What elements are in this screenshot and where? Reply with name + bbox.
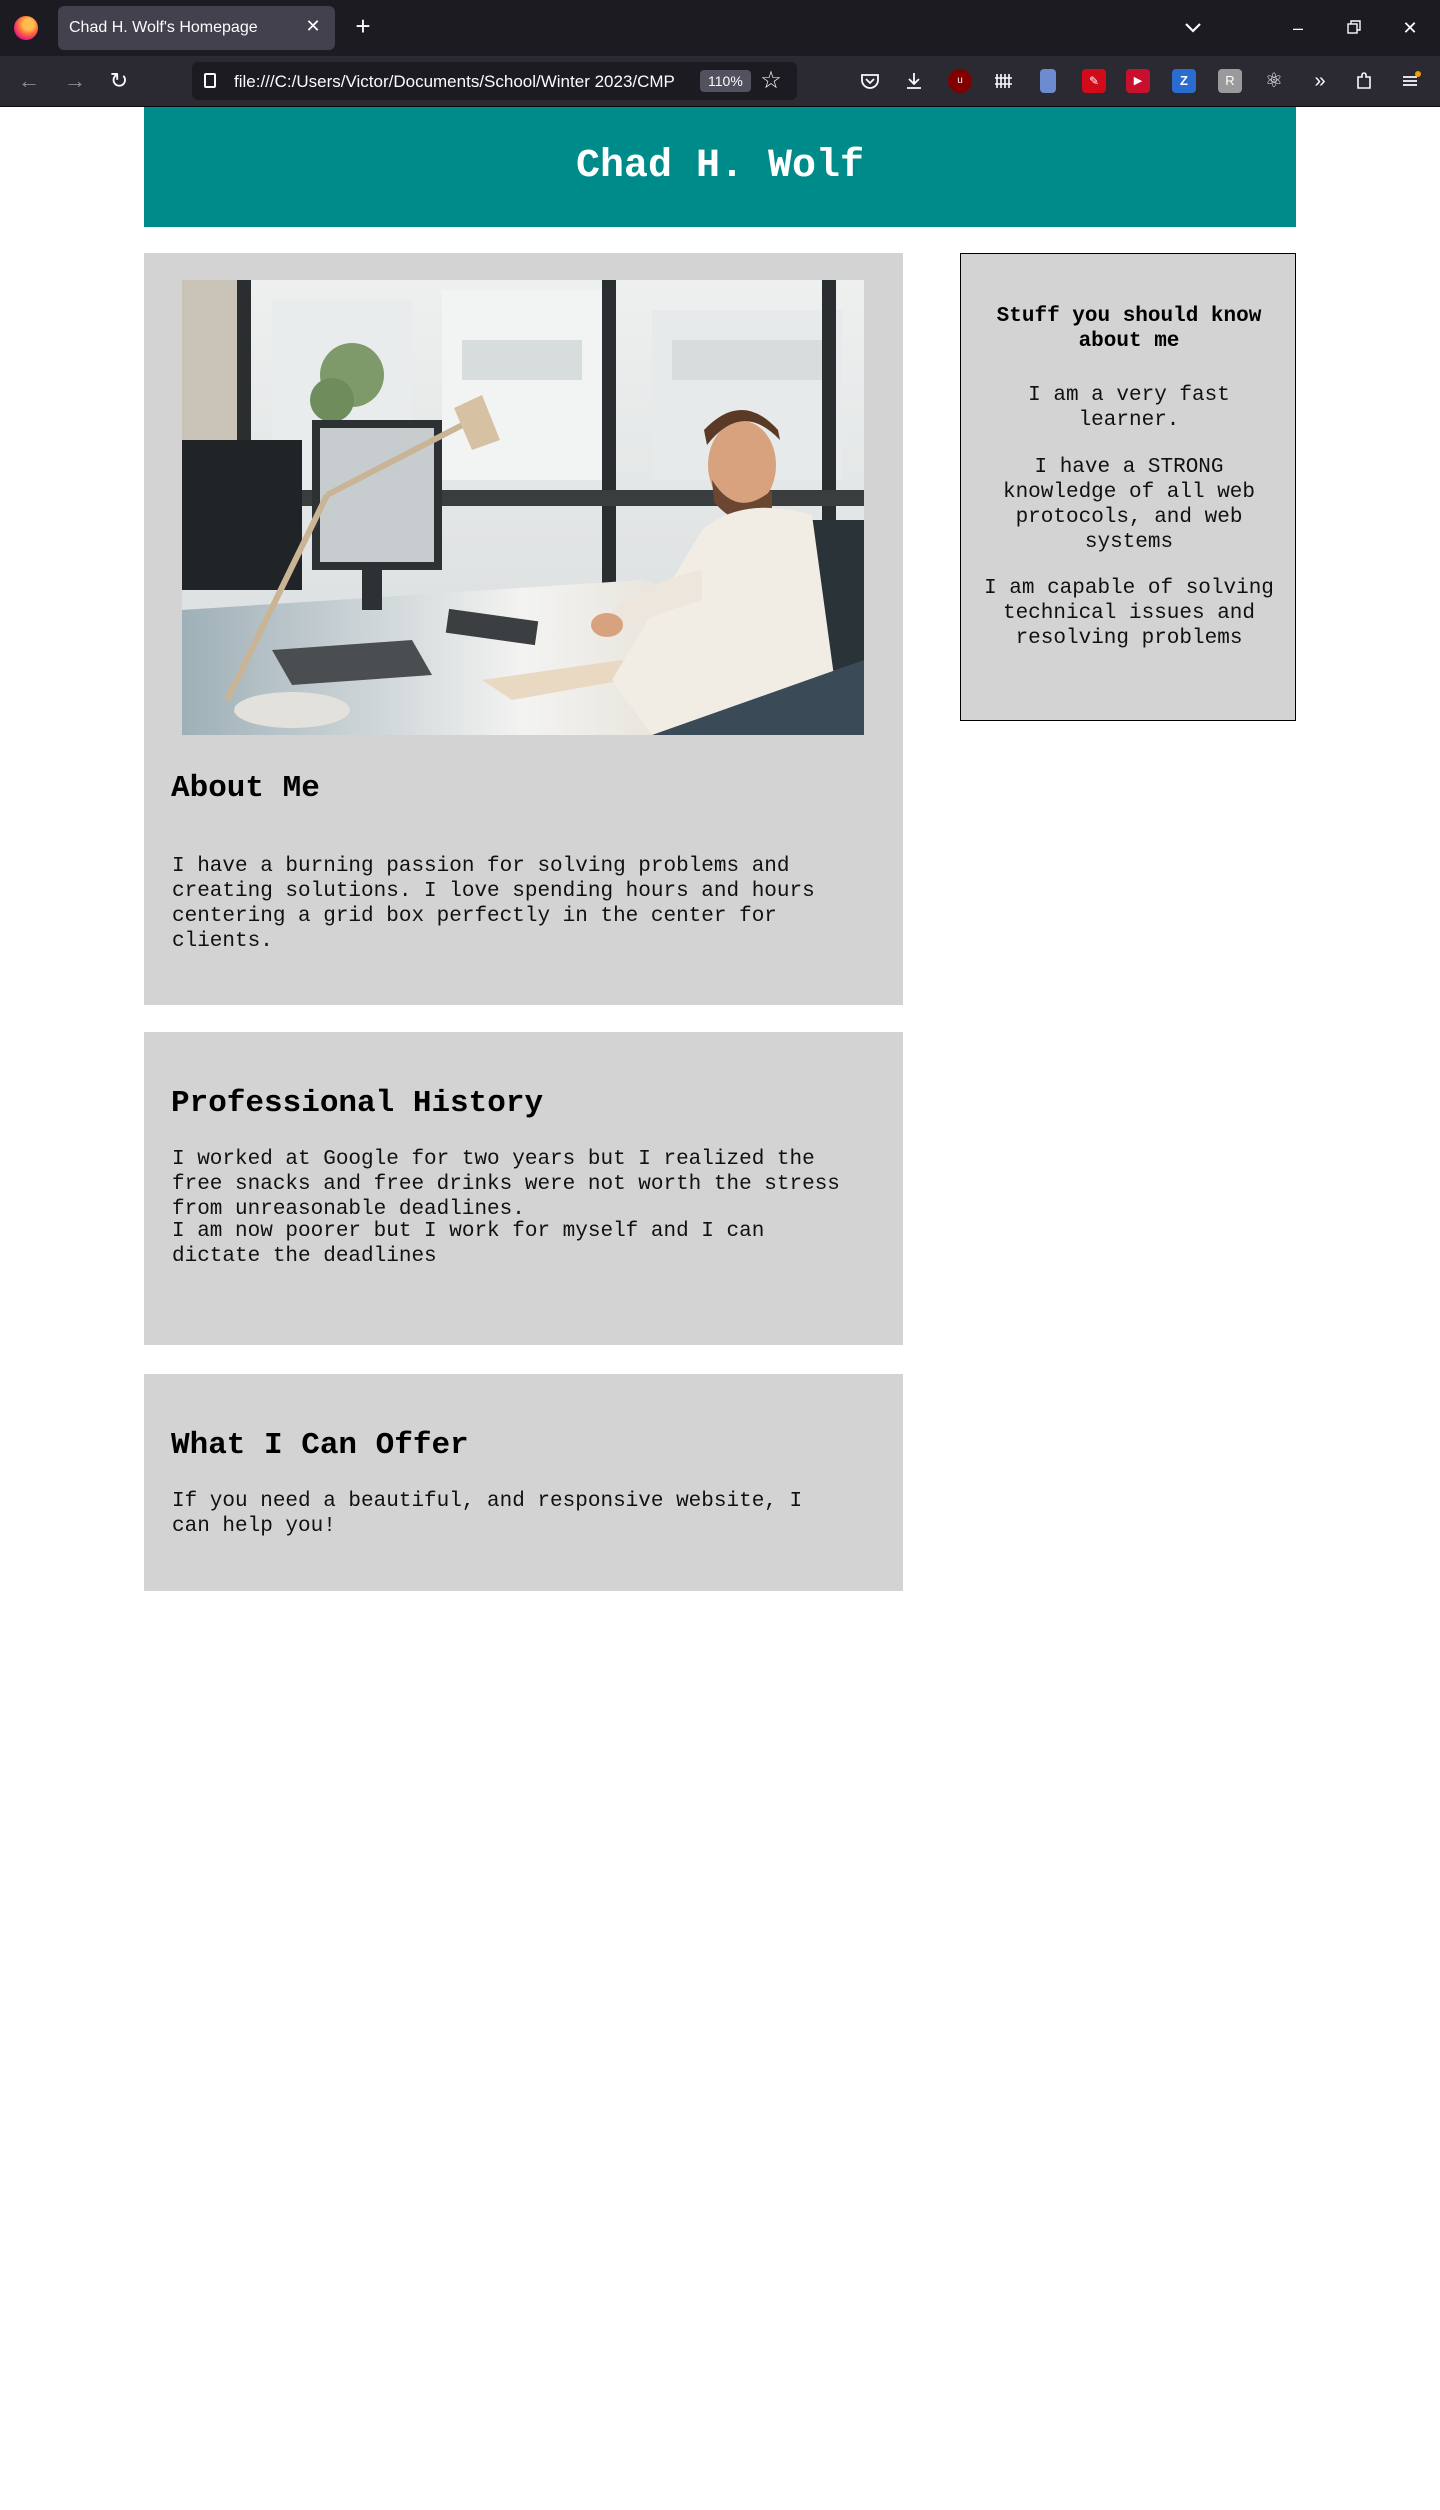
overflow-chevrons-icon[interactable]: » <box>1308 69 1332 93</box>
pocket-icon[interactable] <box>858 69 882 93</box>
browser-tab[interactable]: Chad H. Wolf's Homepage ✕ <box>58 6 335 50</box>
forward-arrow-icon[interactable]: → <box>60 66 90 96</box>
back-arrow-icon[interactable]: ← <box>14 66 44 96</box>
restore-window-icon[interactable] <box>1338 12 1370 44</box>
sidebar-item: I am a very fast learner. <box>1028 384 1230 432</box>
firefox-logo-icon <box>14 16 38 40</box>
browser-tab-bar: Chad H. Wolf's Homepage ✕ + – ✕ <box>0 0 1440 56</box>
menu-hamburger-icon[interactable] <box>1398 69 1422 93</box>
page-icon <box>204 73 216 88</box>
zoom-level-badge[interactable]: 110% <box>700 70 751 92</box>
about-heading: About Me <box>171 771 320 806</box>
close-window-icon[interactable]: ✕ <box>1394 12 1426 44</box>
bookmark-star-icon[interactable]: ☆ <box>757 67 785 95</box>
tab-title: Chad H. Wolf's Homepage <box>69 19 258 36</box>
about-card: About Me I have a burning passion for so… <box>144 253 903 1005</box>
url-bar[interactable]: file:///C:/Users/Victor/Documents/School… <box>192 62 797 100</box>
ext-r-icon[interactable]: R <box>1218 69 1242 93</box>
offer-heading: What I Can Offer <box>171 1428 469 1463</box>
profile-photo <box>182 280 864 735</box>
sidebar-heading: Stuff you should know about me <box>996 305 1262 353</box>
close-tab-icon[interactable]: ✕ <box>303 16 323 36</box>
history-paragraph-2: I am now poorer but I work for myself an… <box>172 1220 765 1268</box>
history-heading: Professional History <box>171 1086 544 1121</box>
sidebar-item: I am capable of solving technical issues… <box>984 577 1274 650</box>
sidebar-item: I have a STRONG knowledge of all web pro… <box>1002 456 1256 554</box>
bookmark-ext-icon[interactable] <box>1040 69 1056 93</box>
reload-icon[interactable]: ↻ <box>104 66 134 96</box>
about-sidebar: Stuff you should know about me I am a ve… <box>960 253 1296 721</box>
history-card: Professional History I worked at Google … <box>144 1032 903 1345</box>
new-tab-plus-icon[interactable]: + <box>350 13 376 40</box>
about-text: I have a burning passion for solving pro… <box>172 855 815 953</box>
download-icon[interactable] <box>902 69 926 93</box>
video-ext-icon[interactable]: ▶ <box>1126 69 1150 93</box>
list-all-tabs-chevron-icon[interactable] <box>1180 14 1206 40</box>
browser-nav-bar: ← → ↻ file:///C:/Users/Victor/Documents/… <box>0 56 1440 107</box>
history-paragraph-1: I worked at Google for two years but I r… <box>172 1148 840 1221</box>
minimize-window-icon[interactable]: – <box>1282 12 1314 44</box>
site-header: Chad H. Wolf <box>144 107 1296 227</box>
pdf-ext-icon[interactable]: ✎ <box>1082 69 1106 93</box>
offer-card: What I Can Offer If you need a beautiful… <box>144 1374 903 1591</box>
url-text[interactable]: file:///C:/Users/Victor/Documents/School… <box>234 72 679 92</box>
zotero-icon[interactable]: Z <box>1172 69 1196 93</box>
react-devtools-icon[interactable]: ⚛ <box>1262 69 1286 93</box>
site-title: Chad H. Wolf <box>575 144 865 189</box>
offer-text: If you need a beautiful, and responsive … <box>172 1490 803 1538</box>
extensions-puzzle-icon[interactable] <box>1352 69 1376 93</box>
ublock-icon[interactable]: u <box>948 69 972 93</box>
extension-grid-icon[interactable] <box>992 69 1016 93</box>
